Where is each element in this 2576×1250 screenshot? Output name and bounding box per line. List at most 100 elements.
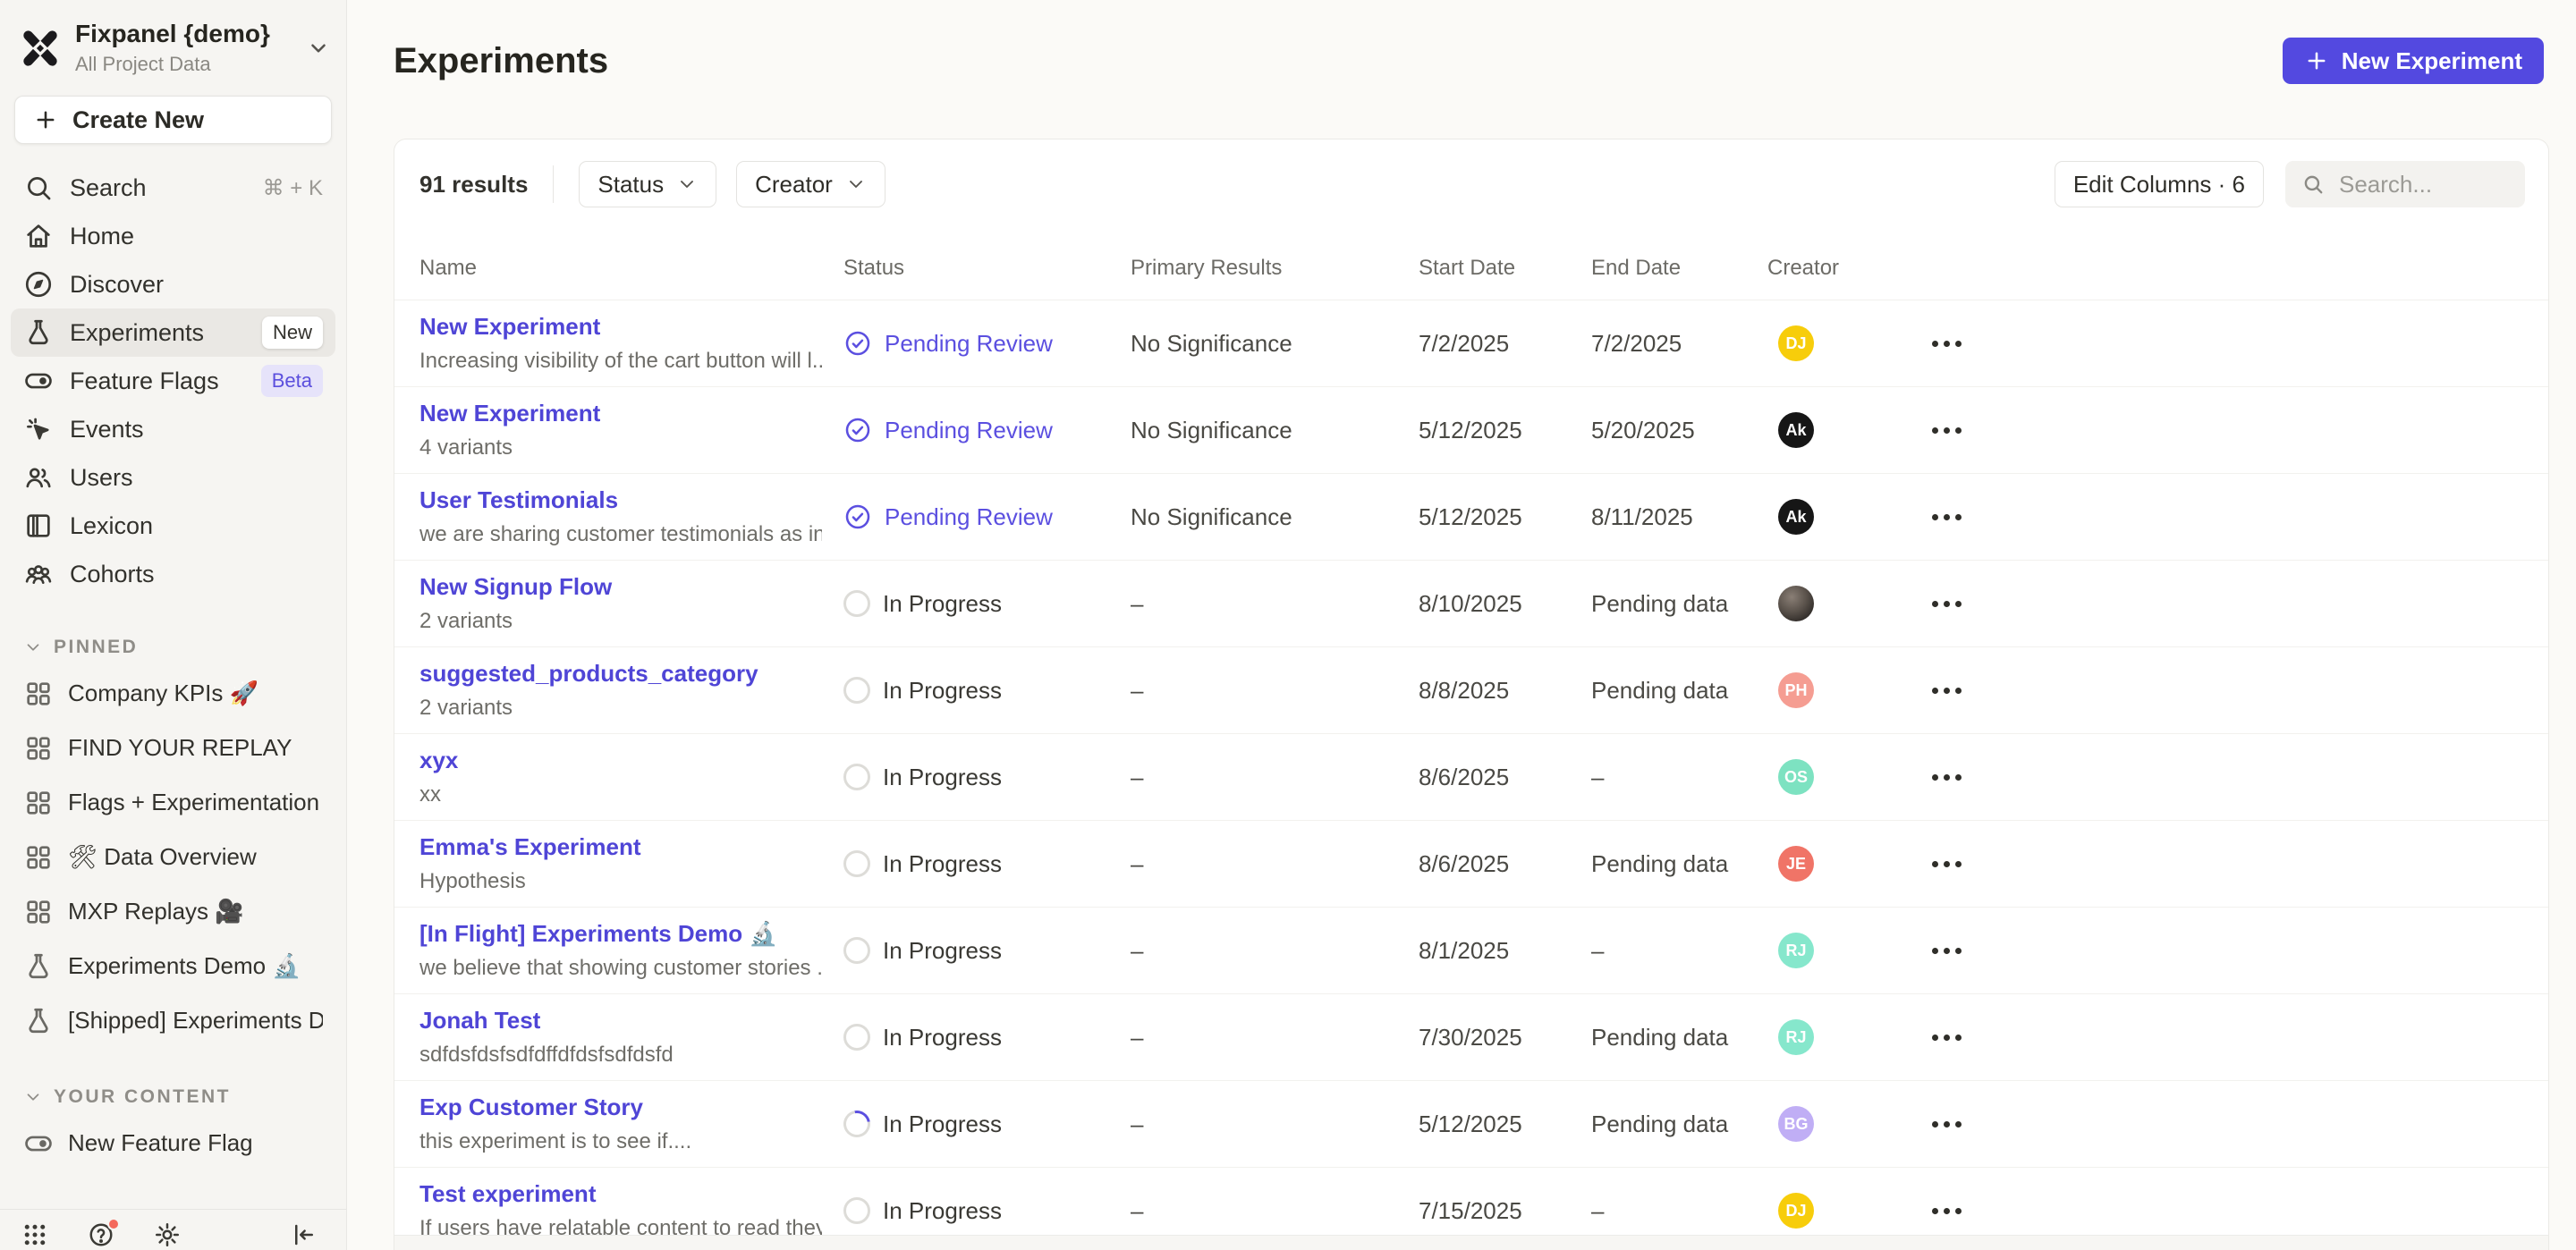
row-menu-button[interactable]: [1928, 852, 1965, 876]
column-header-creator[interactable]: Creator: [1767, 256, 1928, 281]
filter-status-button[interactable]: Status: [579, 161, 716, 207]
experiment-link[interactable]: suggested_products_category: [419, 660, 822, 688]
avatar[interactable]: DJ: [1778, 325, 1814, 361]
avatar[interactable]: Ak: [1778, 499, 1814, 535]
help-icon[interactable]: [88, 1221, 114, 1248]
primary-results-cell: –: [1131, 590, 1419, 618]
experiment-link[interactable]: User Testimonials: [419, 486, 822, 514]
sidebar-item-experiments[interactable]: Experiments New: [11, 308, 335, 357]
column-header-start-date[interactable]: Start Date: [1419, 256, 1591, 281]
main-content: Experiments New Experiment 91 results St…: [347, 0, 2576, 1250]
sidebar-item-lexicon[interactable]: Lexicon: [11, 502, 335, 550]
edit-columns-button[interactable]: Edit Columns · 6: [2055, 161, 2264, 207]
table-row[interactable]: Exp Customer Story this experiment is to…: [394, 1081, 2548, 1168]
status-text: In Progress: [883, 764, 1002, 791]
experiment-link[interactable]: New Experiment: [419, 313, 822, 341]
sidebar-item-mxp-replays[interactable]: MXP Replays 🎥: [11, 884, 335, 939]
sidebar-item-search[interactable]: Search ⌘ + K: [11, 164, 335, 212]
experiment-description: we believe that showing customer stories…: [419, 956, 822, 981]
column-header-primary-results[interactable]: Primary Results: [1131, 256, 1419, 281]
primary-results-cell: –: [1131, 850, 1419, 878]
section-header-your-content[interactable]: YOUR CONTENT: [11, 1078, 335, 1116]
sidebar-item-experiments-demo[interactable]: Experiments Demo 🔬: [11, 939, 335, 993]
avatar[interactable]: OS: [1778, 759, 1814, 795]
table-row[interactable]: Jonah Test sdfdsfdsfsdfdffdfdsfsdfdsfd I…: [394, 994, 2548, 1081]
status-text: In Progress: [883, 590, 1002, 618]
row-menu-button[interactable]: [1928, 332, 1965, 356]
sidebar-item-label: [Shipped] Experiments Demo ✏: [68, 1007, 323, 1035]
progress-circle-icon: [838, 1105, 876, 1143]
search-input[interactable]: [2337, 170, 2498, 199]
table-row[interactable]: Emma's Experiment Hypothesis In Progress…: [394, 821, 2548, 908]
apps-grid-icon[interactable]: [21, 1221, 48, 1248]
search-box: [2285, 161, 2525, 207]
avatar[interactable]: RJ: [1778, 933, 1814, 968]
column-header-name[interactable]: Name: [419, 256, 843, 281]
avatar[interactable]: [1778, 586, 1814, 621]
board-icon: [23, 788, 54, 818]
experiment-link[interactable]: Exp Customer Story: [419, 1094, 822, 1121]
table-footer-strip: [394, 1235, 2548, 1250]
plus-icon: [33, 107, 58, 132]
status-cell: Pending Review: [843, 503, 1131, 531]
avatar[interactable]: JE: [1778, 846, 1814, 882]
sidebar-item-discover[interactable]: Discover: [11, 260, 335, 308]
experiment-link[interactable]: Emma's Experiment: [419, 833, 822, 861]
experiment-link[interactable]: New Signup Flow: [419, 573, 822, 601]
row-menu-button[interactable]: [1928, 1026, 1965, 1050]
status-text: In Progress: [883, 677, 1002, 705]
row-menu-button[interactable]: [1928, 679, 1965, 703]
sidebar-item-data-overview[interactable]: 🛠 Data Overview: [11, 830, 335, 884]
row-menu-button[interactable]: [1928, 418, 1965, 443]
table-row[interactable]: xyx xx In Progress – 8/6/2025 – OS: [394, 734, 2548, 821]
experiment-link[interactable]: Jonah Test: [419, 1007, 822, 1035]
chevron-down-icon: [845, 173, 867, 195]
sidebar-item-cohorts[interactable]: Cohorts: [11, 550, 335, 598]
table-row[interactable]: suggested_products_category 2 variants I…: [394, 647, 2548, 734]
edit-columns-label: Edit Columns · 6: [2073, 171, 2245, 198]
experiment-link[interactable]: [In Flight] Experiments Demo 🔬: [419, 920, 822, 948]
section-header-pinned[interactable]: PINNED: [11, 629, 335, 666]
table-row[interactable]: New Signup Flow 2 variants In Progress –…: [394, 561, 2548, 647]
create-new-button[interactable]: Create New: [14, 96, 332, 144]
column-header-end-date[interactable]: End Date: [1591, 256, 1767, 281]
avatar[interactable]: Ak: [1778, 412, 1814, 448]
end-date-cell: –: [1591, 937, 1767, 965]
sidebar-item-new-feature-flag[interactable]: New Feature Flag: [11, 1116, 335, 1170]
settings-gear-icon[interactable]: [154, 1221, 181, 1248]
table-row[interactable]: New Experiment Increasing visibility of …: [394, 300, 2548, 387]
row-menu-button[interactable]: [1928, 1112, 1965, 1136]
row-menu-button[interactable]: [1928, 1199, 1965, 1223]
row-menu-button[interactable]: [1928, 765, 1965, 790]
creator-cell: Ak: [1767, 412, 1928, 448]
avatar[interactable]: RJ: [1778, 1019, 1814, 1055]
table-row[interactable]: New Experiment 4 variants Pending Review…: [394, 387, 2548, 474]
sidebar-item-home[interactable]: Home: [11, 212, 335, 260]
sidebar-item-feature-flags[interactable]: Feature Flags Beta: [11, 357, 335, 405]
sidebar-item-find-your-replay[interactable]: FIND YOUR REPLAY: [11, 721, 335, 775]
collapse-sidebar-icon[interactable]: [291, 1221, 318, 1248]
sidebar-item-shipped-experiments-demo[interactable]: [Shipped] Experiments Demo ✏: [11, 993, 335, 1048]
flask-icon: [23, 317, 54, 348]
sidebar-item-events[interactable]: Events: [11, 405, 335, 453]
avatar[interactable]: PH: [1778, 672, 1814, 708]
experiment-link[interactable]: New Experiment: [419, 400, 822, 427]
sidebar-item-users[interactable]: Users: [11, 453, 335, 502]
row-menu-button[interactable]: [1928, 939, 1965, 963]
workspace-switcher[interactable]: Fixpanel {demo} All Project Data: [0, 0, 346, 87]
status-cell: Pending Review: [843, 329, 1131, 358]
filter-creator-button[interactable]: Creator: [736, 161, 886, 207]
column-header-status[interactable]: Status: [843, 256, 1131, 281]
table-row[interactable]: User Testimonials we are sharing custome…: [394, 474, 2548, 561]
row-menu-button[interactable]: [1928, 505, 1965, 529]
avatar[interactable]: BG: [1778, 1106, 1814, 1142]
row-menu-button[interactable]: [1928, 592, 1965, 616]
experiment-link[interactable]: Test experiment: [419, 1180, 822, 1208]
sidebar-item-company-kpis[interactable]: Company KPIs 🚀: [11, 666, 335, 721]
avatar[interactable]: DJ: [1778, 1193, 1814, 1229]
experiment-link[interactable]: xyx: [419, 747, 822, 774]
new-experiment-button[interactable]: New Experiment: [2283, 38, 2544, 84]
start-date-cell: 8/6/2025: [1419, 850, 1591, 878]
table-row[interactable]: [In Flight] Experiments Demo 🔬 we believ…: [394, 908, 2548, 994]
sidebar-item-flags-experimentation-demo[interactable]: Flags + Experimentation Demo ,: [11, 775, 335, 830]
